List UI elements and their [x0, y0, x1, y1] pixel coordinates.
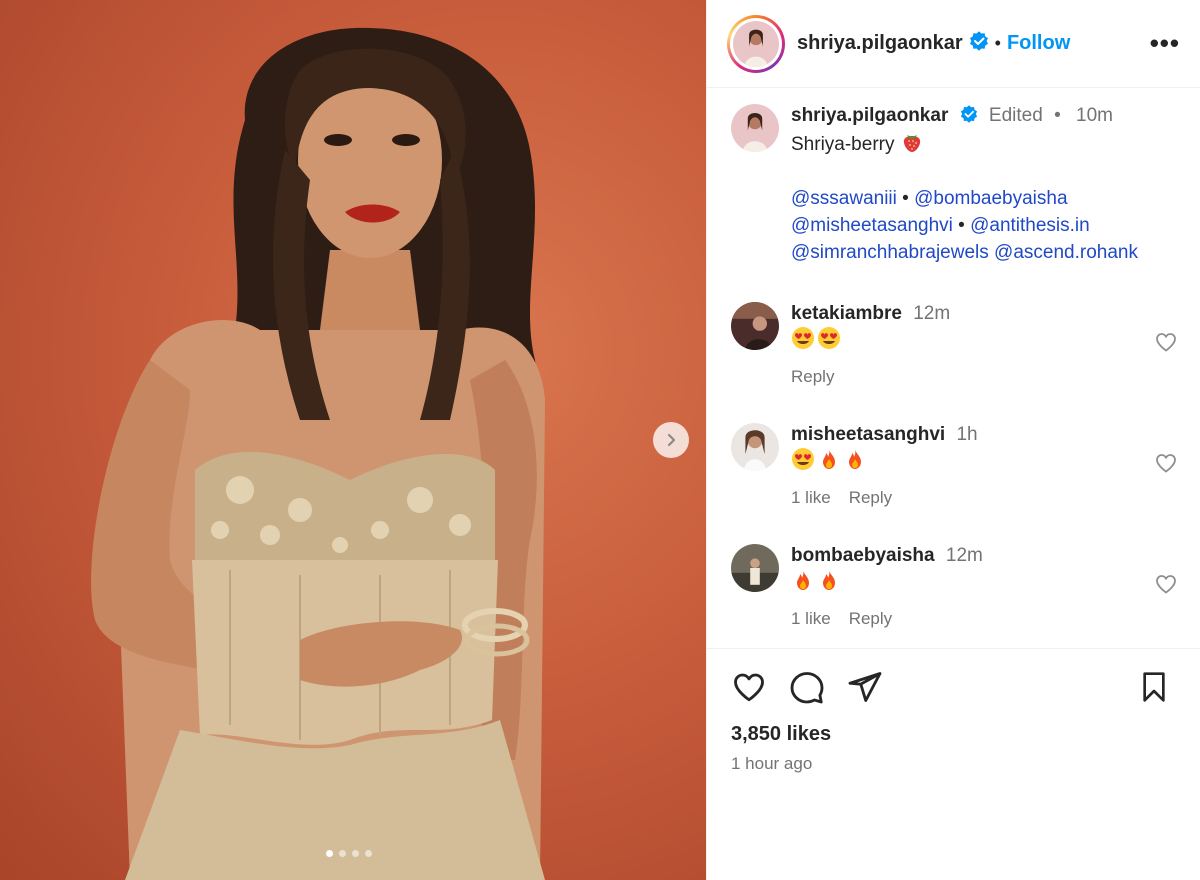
caption-avatar[interactable] — [731, 104, 779, 152]
mention-link[interactable]: @simranchhabrajewels — [791, 242, 989, 263]
next-slide-button[interactable] — [653, 422, 689, 458]
post-media[interactable] — [0, 0, 706, 880]
heart-eyes-emoji-icon — [791, 326, 815, 350]
caption-mentions: @sssawaniii • @bombaebyaisha @misheetasa… — [791, 185, 1178, 266]
fire-emoji-icon — [817, 568, 841, 592]
comment-time[interactable]: 12m — [913, 303, 950, 324]
caption-separator: • — [1054, 105, 1061, 126]
header-separator: • — [994, 33, 1001, 53]
commenter-avatar[interactable] — [731, 423, 779, 471]
mention-link[interactable]: @bombaebyaisha — [914, 188, 1067, 209]
commenter-username[interactable]: ketakiambre — [791, 303, 902, 324]
comment-likes[interactable]: 1 like — [791, 488, 831, 508]
fire-emoji-icon — [843, 447, 867, 471]
commenter-avatar[interactable] — [731, 544, 779, 592]
fire-emoji-icon — [817, 447, 841, 471]
like-heart-icon[interactable] — [731, 669, 767, 710]
verified-badge-icon — [969, 31, 989, 56]
comment-item: misheetasanghvi 1h 1 like Reply — [731, 423, 1178, 508]
mention-link[interactable]: @antithesis.in — [970, 215, 1090, 236]
caption-username[interactable]: shriya.pilgaonkar — [791, 105, 948, 126]
like-comment-heart-icon[interactable] — [1154, 451, 1178, 480]
comment-likes[interactable]: 1 like — [791, 609, 831, 629]
post: shriya.pilgaonkar • Follow ••• shriya.pi… — [0, 0, 1200, 880]
comment-bubble-icon[interactable] — [789, 669, 825, 710]
author-username[interactable]: shriya.pilgaonkar — [797, 32, 963, 55]
edited-label: Edited — [988, 105, 1043, 126]
likes-count[interactable]: 3,850 likes — [731, 723, 1176, 746]
reply-button[interactable]: Reply — [791, 367, 834, 387]
chevron-right-icon — [667, 433, 676, 447]
post-header: shriya.pilgaonkar • Follow ••• — [707, 0, 1200, 88]
comment-item: bombaebyaisha 12m 1 like Reply — [731, 544, 1178, 629]
strawberry-icon — [900, 130, 924, 154]
avatar-image — [733, 20, 779, 67]
heart-eyes-emoji-icon — [791, 447, 815, 471]
like-comment-heart-icon[interactable] — [1154, 572, 1178, 601]
mention-separator: • — [958, 215, 965, 236]
like-comment-heart-icon[interactable] — [1154, 330, 1178, 359]
comment-text — [791, 568, 1178, 597]
comment-text — [791, 447, 1178, 476]
caption-time[interactable]: 10m — [1076, 105, 1113, 126]
comment-text — [791, 326, 1178, 355]
carousel-dot — [352, 850, 359, 857]
mention-link[interactable]: @misheetasanghvi — [791, 215, 953, 236]
commenter-username[interactable]: bombaebyaisha — [791, 545, 935, 566]
commenter-username[interactable]: misheetasanghvi — [791, 424, 945, 445]
post-sidebar: shriya.pilgaonkar • Follow ••• shriya.pi… — [706, 0, 1200, 880]
comment-time[interactable]: 1h — [956, 424, 977, 445]
commenter-avatar[interactable] — [731, 302, 779, 350]
save-bookmark-icon[interactable] — [1138, 670, 1170, 709]
comment-item: ketakiambre 12m Reply — [731, 302, 1178, 387]
caption-text: Shriya-berry — [791, 134, 895, 155]
heart-eyes-emoji-icon — [817, 326, 841, 350]
fire-emoji-icon — [791, 568, 815, 592]
comments-list: shriya.pilgaonkar Edited • 10m Shriya-be… — [707, 88, 1200, 648]
post-photo — [91, 27, 545, 880]
mention-link[interactable]: @ascend.rohank — [994, 242, 1138, 263]
verified-badge-icon — [960, 105, 978, 130]
author-avatar[interactable] — [727, 14, 785, 73]
share-paper-plane-icon[interactable] — [847, 669, 883, 710]
carousel-indicator — [326, 850, 372, 857]
action-bar — [731, 669, 1176, 709]
post-time[interactable]: 1 hour ago — [731, 754, 1176, 774]
more-options-button[interactable]: ••• — [1150, 28, 1180, 59]
caption: shriya.pilgaonkar Edited • 10m Shriya-be… — [731, 104, 1178, 266]
follow-button[interactable]: Follow — [1007, 32, 1070, 55]
reply-button[interactable]: Reply — [849, 609, 892, 629]
carousel-dot — [365, 850, 372, 857]
comment-time[interactable]: 12m — [946, 545, 983, 566]
mention-separator: • — [902, 188, 909, 209]
post-footer: 3,850 likes 1 hour ago — [707, 648, 1200, 880]
carousel-dot — [339, 850, 346, 857]
carousel-dot — [326, 850, 333, 857]
mention-link[interactable]: @sssawaniii — [791, 188, 897, 209]
reply-button[interactable]: Reply — [849, 488, 892, 508]
